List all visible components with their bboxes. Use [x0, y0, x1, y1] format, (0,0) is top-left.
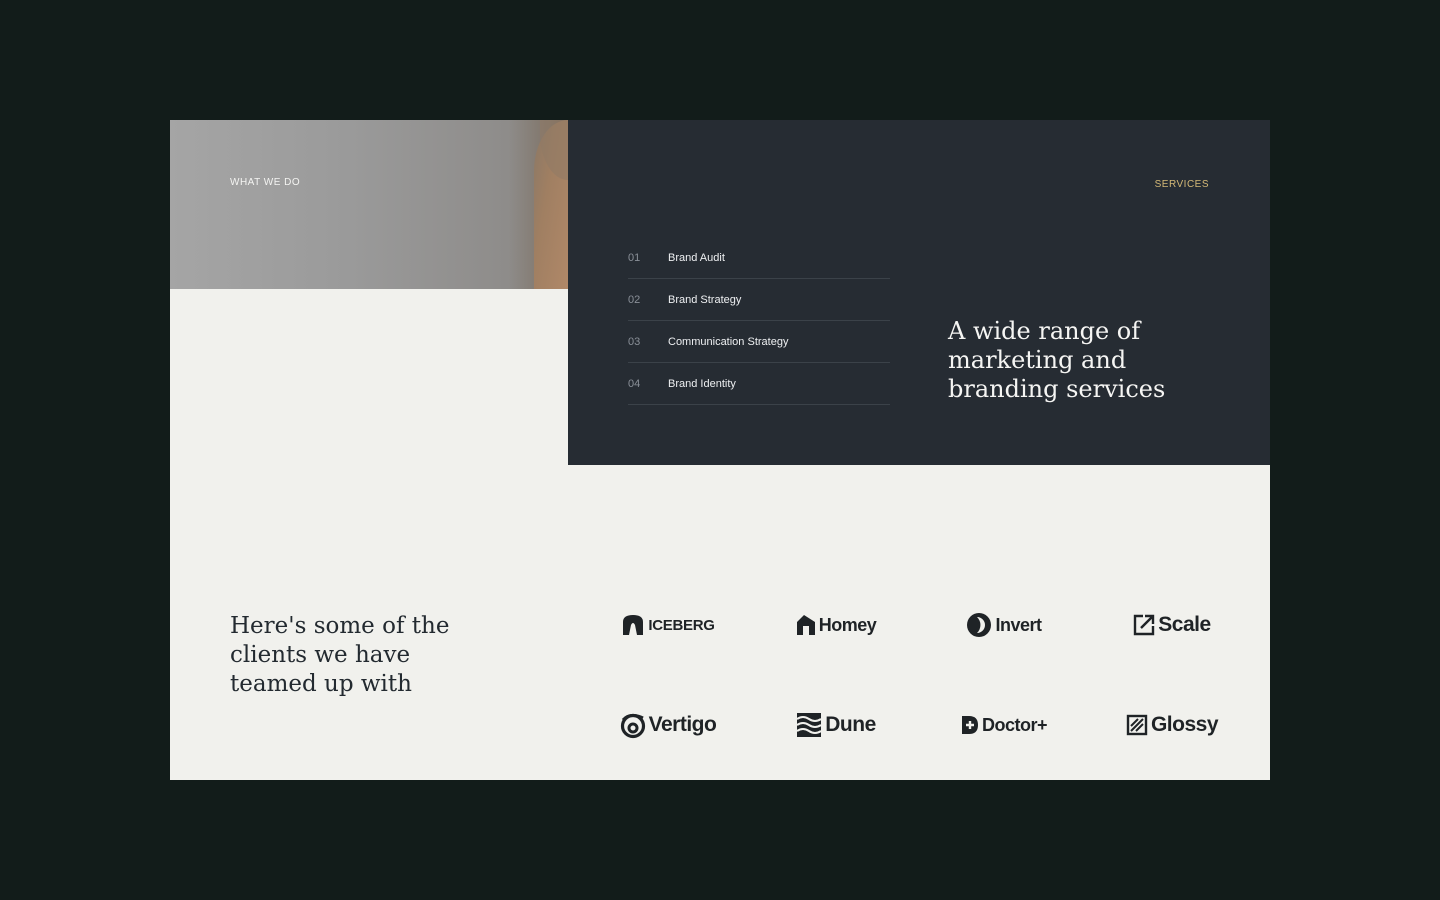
client-name: Homey	[818, 614, 877, 635]
client-logo-homey[interactable]: Homey	[752, 600, 920, 650]
what-we-do-label: WHAT WE DO	[230, 177, 301, 188]
glossy-icon	[1126, 714, 1148, 736]
service-label: Brand Strategy	[668, 293, 742, 306]
client-name: Doctor+	[981, 714, 1048, 735]
hero-photo: WHAT WE DO	[170, 120, 568, 289]
service-label: Communication Strategy	[668, 335, 789, 348]
service-number: 04	[628, 377, 641, 390]
services-label: SERVICES	[1154, 179, 1209, 190]
service-number: 03	[628, 335, 641, 348]
client-logo-iceberg[interactable]: ICEBERG	[584, 600, 752, 650]
scale-icon	[1134, 614, 1155, 636]
services-headline: A wide range of marketing and branding s…	[948, 317, 1166, 403]
vertigo-icon	[620, 713, 645, 739]
client-name: Invert	[995, 614, 1042, 635]
client-logo-scale[interactable]: Scale	[1088, 600, 1256, 650]
service-item-brand-audit[interactable]: 01 Brand Audit	[628, 237, 890, 279]
service-label: Brand Audit	[668, 251, 725, 264]
what-we-do-section: WHAT WE DO SERVICES 01 Brand Audit 02 Br…	[170, 120, 1270, 780]
dune-icon	[796, 713, 822, 737]
client-name: Dune	[825, 713, 876, 736]
services-list: 01 Brand Audit 02 Brand Strategy 03 Comm…	[628, 237, 890, 405]
client-logo-vertigo[interactable]: Vertigo	[584, 700, 752, 750]
iceberg-icon	[623, 615, 644, 635]
client-logo-glossy[interactable]: Glossy	[1088, 700, 1256, 750]
client-name: Scale	[1158, 613, 1211, 636]
doctor-plus-icon	[961, 716, 978, 734]
client-logo-invert[interactable]: Invert	[920, 600, 1088, 650]
client-logo-dune[interactable]: Dune	[752, 700, 920, 750]
service-item-brand-strategy[interactable]: 02 Brand Strategy	[628, 279, 890, 321]
invert-icon	[967, 613, 992, 637]
photo-subject	[534, 120, 568, 289]
service-item-communication-strategy[interactable]: 03 Communication Strategy	[628, 321, 890, 363]
services-panel: SERVICES 01 Brand Audit 02 Brand Strateg…	[568, 120, 1270, 465]
client-name: ICEBERG	[648, 616, 715, 634]
client-name: Glossy	[1150, 713, 1219, 736]
service-label: Brand Identity	[668, 377, 736, 390]
service-number: 02	[628, 293, 641, 306]
client-name: Vertigo	[648, 713, 717, 736]
clients-headline: Here's some of the clients we have teame…	[230, 613, 450, 697]
client-logo-grid: ICEBERG Homey Invert Scale Vertigo Dune …	[584, 590, 1256, 780]
homey-icon	[796, 615, 815, 635]
client-logo-doctor-plus[interactable]: Doctor+	[920, 700, 1088, 750]
service-number: 01	[628, 251, 641, 264]
service-item-brand-identity[interactable]: 04 Brand Identity	[628, 363, 890, 405]
